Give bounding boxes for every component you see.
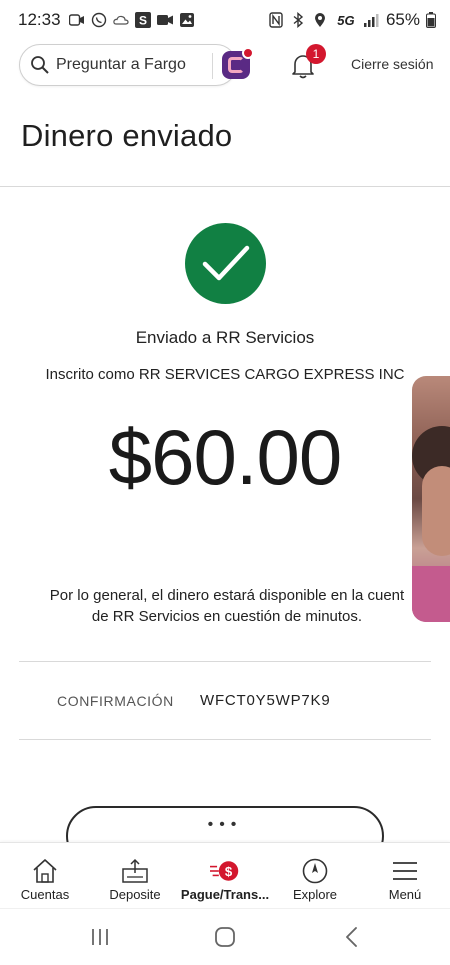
- back-icon[interactable]: [340, 925, 364, 949]
- system-nav-bar: [0, 908, 450, 965]
- confirmation-divider-top: [19, 661, 431, 662]
- menu-icon: [390, 857, 420, 885]
- battery-icon: [426, 12, 436, 28]
- status-right: 5G 65%: [268, 10, 436, 30]
- availability-line-1: Por lo general, el dinero estará disponi…: [49, 587, 405, 604]
- app-header: Preguntar a Fargo 1 Cierre sesión: [0, 44, 450, 88]
- title-divider: [0, 186, 450, 187]
- battery-percent: 65%: [385, 10, 420, 29]
- nav-label-cuentas: Cuentas: [20, 887, 70, 902]
- location-icon: [312, 12, 328, 28]
- registered-as-text: Inscrito como RR SERVICES CARGO EXPRESS …: [45, 366, 405, 383]
- sent-to-text: Enviado a RR Servicios: [135, 328, 315, 347]
- nav-label-deposite: Deposite: [109, 887, 161, 902]
- nav-item-deposite[interactable]: Deposite: [90, 843, 180, 909]
- svg-text:S: S: [139, 14, 147, 28]
- pay-transfer-icon: $: [210, 857, 240, 885]
- ask-fargo-search[interactable]: Preguntar a Fargo: [19, 44, 254, 86]
- signal-icon: [363, 12, 380, 28]
- video-call-icon: [68, 12, 85, 28]
- nav-label-menu: Menú: [388, 887, 422, 902]
- home-icon: [30, 857, 60, 885]
- availability-line-2: de RR Servicios en cuestión de minutos.: [91, 608, 363, 625]
- bottom-nav: Cuentas Deposite $ Pague/Trans... Explor…: [0, 842, 450, 908]
- notification-badge: 1: [306, 44, 326, 64]
- nfc-icon: [268, 12, 284, 28]
- recent-apps-icon[interactable]: [88, 925, 112, 949]
- svg-text:$: $: [225, 864, 233, 879]
- confirmation-label: CONFIRMACIÓN: [57, 693, 174, 709]
- bluetooth-icon: [290, 12, 306, 28]
- search-label: Preguntar a Fargo: [56, 56, 186, 73]
- camera-icon: [156, 12, 173, 28]
- compass-icon: [300, 857, 330, 885]
- overlay-face: [422, 466, 450, 556]
- whatsapp-icon: [91, 12, 107, 28]
- fargo-mark: [228, 57, 244, 73]
- nav-item-menu[interactable]: Menú: [360, 843, 450, 909]
- status-time: 12:33: [18, 10, 61, 29]
- cloud-icon: [112, 12, 129, 28]
- success-check-icon: [185, 223, 266, 304]
- signout-link[interactable]: Cierre sesión: [351, 56, 433, 72]
- loading-dots-icon: •••: [207, 816, 243, 833]
- 5g-icon: 5G: [334, 12, 358, 28]
- status-left: 12:33 S: [18, 10, 195, 30]
- fargo-logo-icon: [222, 47, 254, 79]
- nav-item-explore[interactable]: Explore: [270, 843, 360, 909]
- image-icon: [179, 12, 195, 28]
- network-label: 5G: [337, 12, 355, 28]
- fargo-dot: [242, 47, 254, 59]
- nav-label-pague-trans: Pague/Trans...: [180, 887, 270, 902]
- confirmation-number: WFCT0Y5WP7K9: [200, 692, 331, 709]
- deposit-icon: [120, 857, 150, 885]
- pill-divider: [212, 53, 213, 79]
- page-title: Dinero enviado: [21, 118, 233, 153]
- s-app-icon: S: [134, 12, 151, 28]
- confirmation-divider-bottom: [19, 739, 431, 740]
- overlay-shirt: [412, 566, 450, 622]
- status-bar: 12:33 S 5G 65%: [0, 0, 450, 40]
- nav-item-pague-trans[interactable]: $ Pague/Trans...: [180, 843, 270, 909]
- sent-amount: $60.00: [108, 413, 343, 501]
- search-icon: [30, 55, 50, 75]
- nav-item-cuentas[interactable]: Cuentas: [0, 843, 90, 909]
- video-call-overlay[interactable]: [412, 376, 450, 622]
- home-button-icon[interactable]: [213, 925, 237, 949]
- availability-note: Por lo general, el dinero estará disponi…: [22, 585, 432, 627]
- nav-label-explore: Explore: [292, 887, 338, 902]
